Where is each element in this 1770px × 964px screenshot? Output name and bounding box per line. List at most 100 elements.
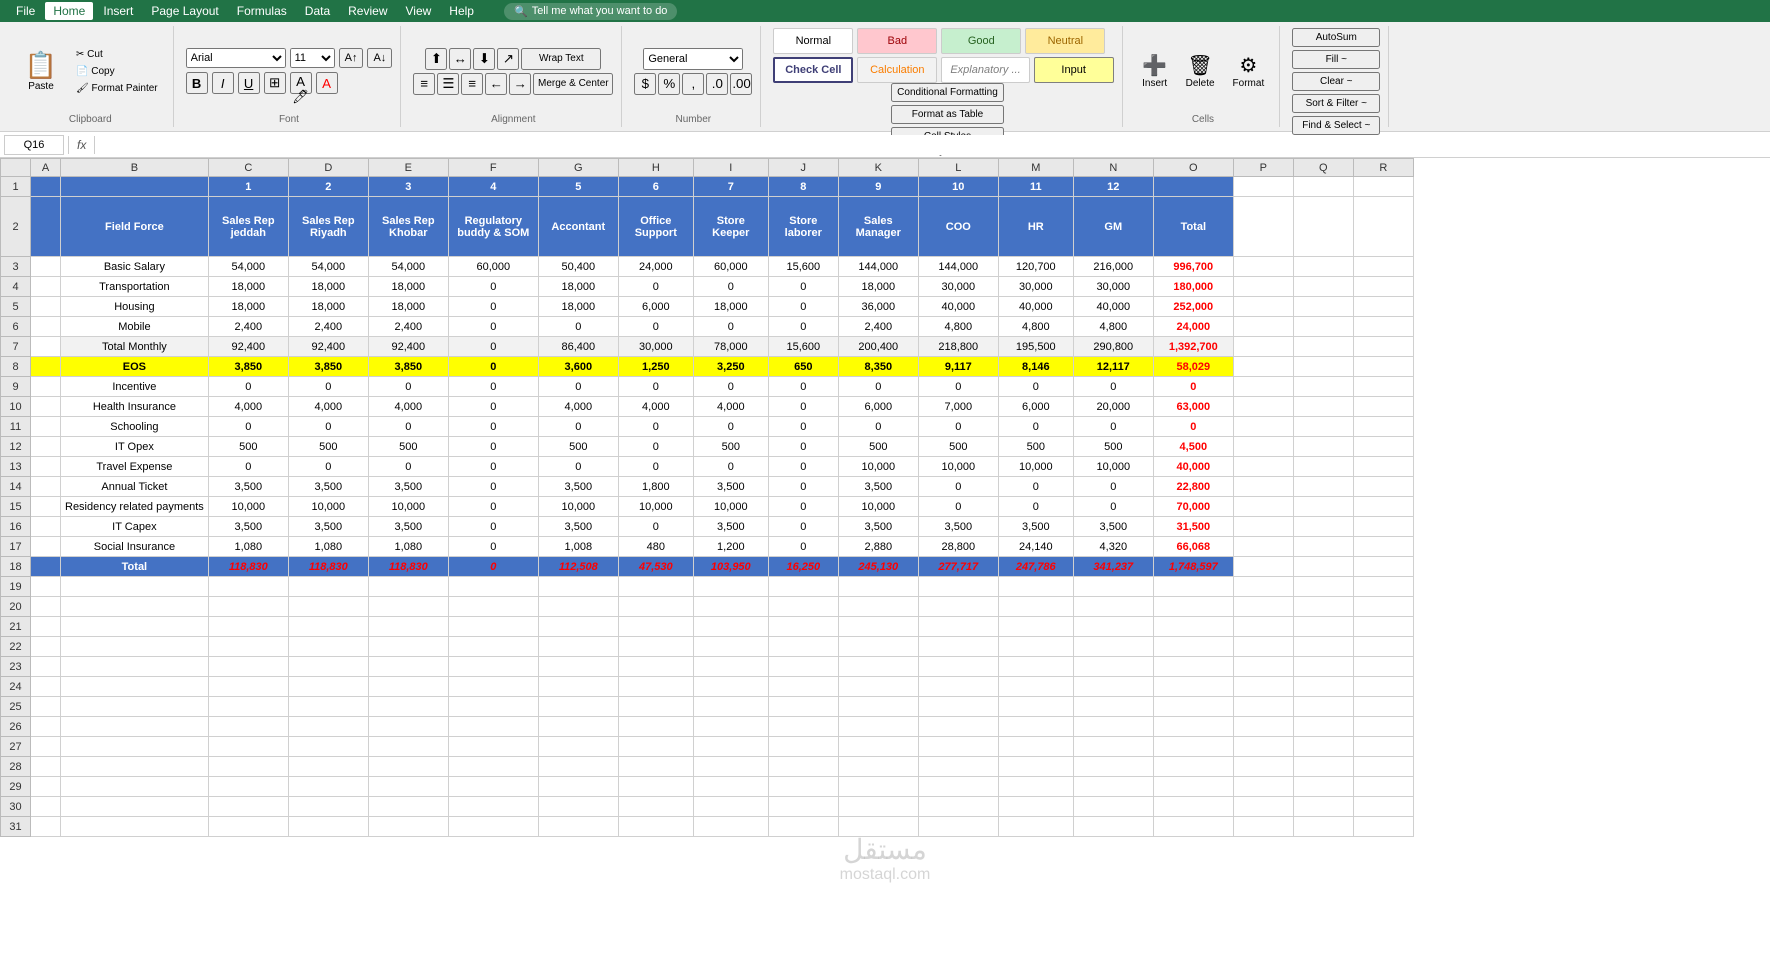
copy-button[interactable]: 📄 Copy (69, 64, 165, 79)
cell-f14[interactable]: 0 (448, 477, 538, 497)
cell-q9[interactable] (1293, 377, 1353, 397)
cell-l15[interactable]: 0 (918, 497, 998, 517)
increase-indent-button[interactable]: → (509, 73, 531, 95)
cell-g11[interactable]: 0 (538, 417, 618, 437)
cell-b16[interactable]: IT Capex (61, 517, 209, 537)
cell-a5[interactable] (31, 297, 61, 317)
cell-r9[interactable] (1353, 377, 1413, 397)
cell-r18[interactable] (1353, 557, 1413, 577)
cell-j8[interactable]: 650 (768, 357, 838, 377)
cell-c10[interactable]: 4,000 (208, 397, 288, 417)
cell-f15[interactable]: 0 (448, 497, 538, 517)
cell-i16[interactable]: 3,500 (693, 517, 768, 537)
col-n-header[interactable]: N (1073, 159, 1153, 177)
cell-i5[interactable]: 18,000 (693, 297, 768, 317)
decrease-indent-button[interactable]: ← (485, 73, 507, 95)
row-4-header[interactable]: 4 (1, 277, 31, 297)
search-box[interactable]: Tell me what you want to do (532, 5, 668, 17)
row-12-header[interactable]: 12 (1, 437, 31, 457)
cell-e3[interactable]: 54,000 (368, 257, 448, 277)
cell-j1[interactable]: 8 (768, 177, 838, 197)
cell-a2[interactable] (31, 197, 61, 257)
cell-o2[interactable]: Total (1153, 197, 1233, 257)
cell-h8[interactable]: 1,250 (618, 357, 693, 377)
cell-h15[interactable]: 10,000 (618, 497, 693, 517)
cell-n12[interactable]: 500 (1073, 437, 1153, 457)
cell-p10[interactable] (1233, 397, 1293, 417)
cell-o9[interactable]: 0 (1153, 377, 1233, 397)
cell-k14[interactable]: 3,500 (838, 477, 918, 497)
cell-r6[interactable] (1353, 317, 1413, 337)
cell-n14[interactable]: 0 (1073, 477, 1153, 497)
cell-d3[interactable]: 54,000 (288, 257, 368, 277)
check-cell-style[interactable]: Check Cell (773, 57, 853, 83)
cell-q2[interactable] (1293, 197, 1353, 257)
sort-filter-button[interactable]: Sort & Filter ~ (1292, 94, 1380, 113)
cell-b1[interactable] (61, 177, 209, 197)
cell-b11[interactable]: Schooling (61, 417, 209, 437)
format-button[interactable]: ⚙ Format (1226, 41, 1272, 101)
cell-i9[interactable]: 0 (693, 377, 768, 397)
cell-b3[interactable]: Basic Salary (61, 257, 209, 277)
cell-m5[interactable]: 40,000 (998, 297, 1073, 317)
row-14-header[interactable]: 14 (1, 477, 31, 497)
cell-q11[interactable] (1293, 417, 1353, 437)
cell-r13[interactable] (1353, 457, 1413, 477)
cell-f4[interactable]: 0 (448, 277, 538, 297)
cell-e17[interactable]: 1,080 (368, 537, 448, 557)
row-22-header[interactable]: 22 (1, 637, 31, 657)
cell-c18[interactable]: 118,830 (208, 557, 288, 577)
col-q-header[interactable]: Q (1293, 159, 1353, 177)
cell-d2[interactable]: Sales Rep Riyadh (288, 197, 368, 257)
cell-h6[interactable]: 0 (618, 317, 693, 337)
decrease-font-button[interactable]: A↓ (367, 48, 392, 68)
cell-p16[interactable] (1233, 517, 1293, 537)
cell-g6[interactable]: 0 (538, 317, 618, 337)
align-left-button[interactable]: ≡ (413, 73, 435, 95)
cell-b10[interactable]: Health Insurance (61, 397, 209, 417)
cell-o17[interactable]: 66,068 (1153, 537, 1233, 557)
cell-o13[interactable]: 40,000 (1153, 457, 1233, 477)
cell-i15[interactable]: 10,000 (693, 497, 768, 517)
cell-l8[interactable]: 9,117 (918, 357, 998, 377)
cell-o5[interactable]: 252,000 (1153, 297, 1233, 317)
menu-formulas[interactable]: Formulas (229, 2, 295, 20)
menu-data[interactable]: Data (297, 2, 338, 20)
row-5-header[interactable]: 5 (1, 297, 31, 317)
cell-e14[interactable]: 3,500 (368, 477, 448, 497)
cell-f16[interactable]: 0 (448, 517, 538, 537)
cell-q15[interactable] (1293, 497, 1353, 517)
cell-i11[interactable]: 0 (693, 417, 768, 437)
cell-n9[interactable]: 0 (1073, 377, 1153, 397)
cell-c1[interactable]: 1 (208, 177, 288, 197)
cell-h4[interactable]: 0 (618, 277, 693, 297)
cell-b8[interactable]: EOS (61, 357, 209, 377)
cell-q16[interactable] (1293, 517, 1353, 537)
cell-q5[interactable] (1293, 297, 1353, 317)
cell-d1[interactable]: 2 (288, 177, 368, 197)
cell-o11[interactable]: 0 (1153, 417, 1233, 437)
cell-e18[interactable]: 118,830 (368, 557, 448, 577)
cell-j18[interactable]: 16,250 (768, 557, 838, 577)
cell-i18[interactable]: 103,950 (693, 557, 768, 577)
cell-n3[interactable]: 216,000 (1073, 257, 1153, 277)
cell-g8[interactable]: 3,600 (538, 357, 618, 377)
cell-l7[interactable]: 218,800 (918, 337, 998, 357)
cell-d17[interactable]: 1,080 (288, 537, 368, 557)
row-3-header[interactable]: 3 (1, 257, 31, 277)
cell-o18[interactable]: 1,748,597 (1153, 557, 1233, 577)
cell-i6[interactable]: 0 (693, 317, 768, 337)
cell-h14[interactable]: 1,800 (618, 477, 693, 497)
cell-d4[interactable]: 18,000 (288, 277, 368, 297)
cell-e10[interactable]: 4,000 (368, 397, 448, 417)
sheet-area[interactable]: A B C D E F G H I J K L M N O P Q (0, 158, 1770, 964)
cell-i3[interactable]: 60,000 (693, 257, 768, 277)
cell-f7[interactable]: 0 (448, 337, 538, 357)
row-1-header[interactable]: 1 (1, 177, 31, 197)
autosum-button[interactable]: AutoSum (1292, 28, 1380, 47)
menu-page-layout[interactable]: Page Layout (143, 2, 226, 20)
cell-g7[interactable]: 86,400 (538, 337, 618, 357)
cell-j9[interactable]: 0 (768, 377, 838, 397)
cell-m3[interactable]: 120,700 (998, 257, 1073, 277)
cell-g17[interactable]: 1,008 (538, 537, 618, 557)
